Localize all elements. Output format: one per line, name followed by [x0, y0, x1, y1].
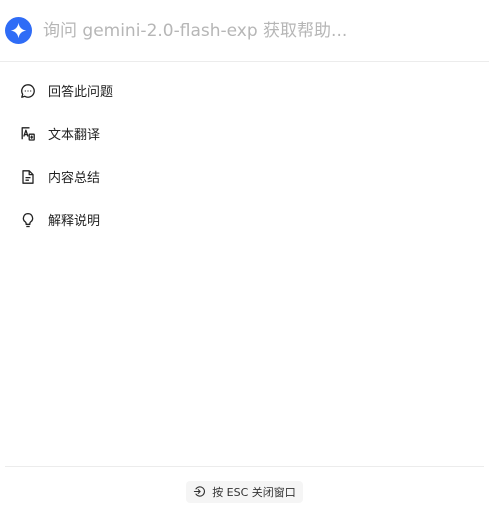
action-menu: 回答此问题 文本翻译 内容总结 解释说明: [0, 69, 489, 241]
lightbulb-icon: [19, 211, 37, 229]
menu-item-translate[interactable]: 文本翻译: [0, 112, 489, 155]
search-input[interactable]: [43, 15, 463, 46]
esc-hint-label: 按 ESC 关闭窗口: [212, 485, 296, 499]
document-icon: [19, 168, 37, 186]
menu-item-explain[interactable]: 解释说明: [0, 198, 489, 241]
menu-item-summarize[interactable]: 内容总结: [0, 155, 489, 198]
menu-item-label: 文本翻译: [48, 128, 101, 143]
search-bar: [0, 0, 489, 62]
gemini-sparkle-icon: [5, 17, 32, 44]
esc-close-hint[interactable]: 按 ESC 关闭窗口: [186, 480, 303, 503]
footer: 按 ESC 关闭窗口: [5, 466, 484, 515]
chat-bubble-icon: [19, 82, 37, 100]
exit-icon: [193, 485, 206, 498]
menu-item-answer[interactable]: 回答此问题: [0, 69, 489, 112]
menu-item-label: 内容总结: [48, 171, 101, 186]
translate-icon: [19, 125, 37, 143]
assistant-popup: 回答此问题 文本翻译 内容总结: [0, 0, 489, 515]
menu-item-label: 回答此问题: [48, 85, 114, 100]
menu-item-label: 解释说明: [48, 214, 101, 229]
